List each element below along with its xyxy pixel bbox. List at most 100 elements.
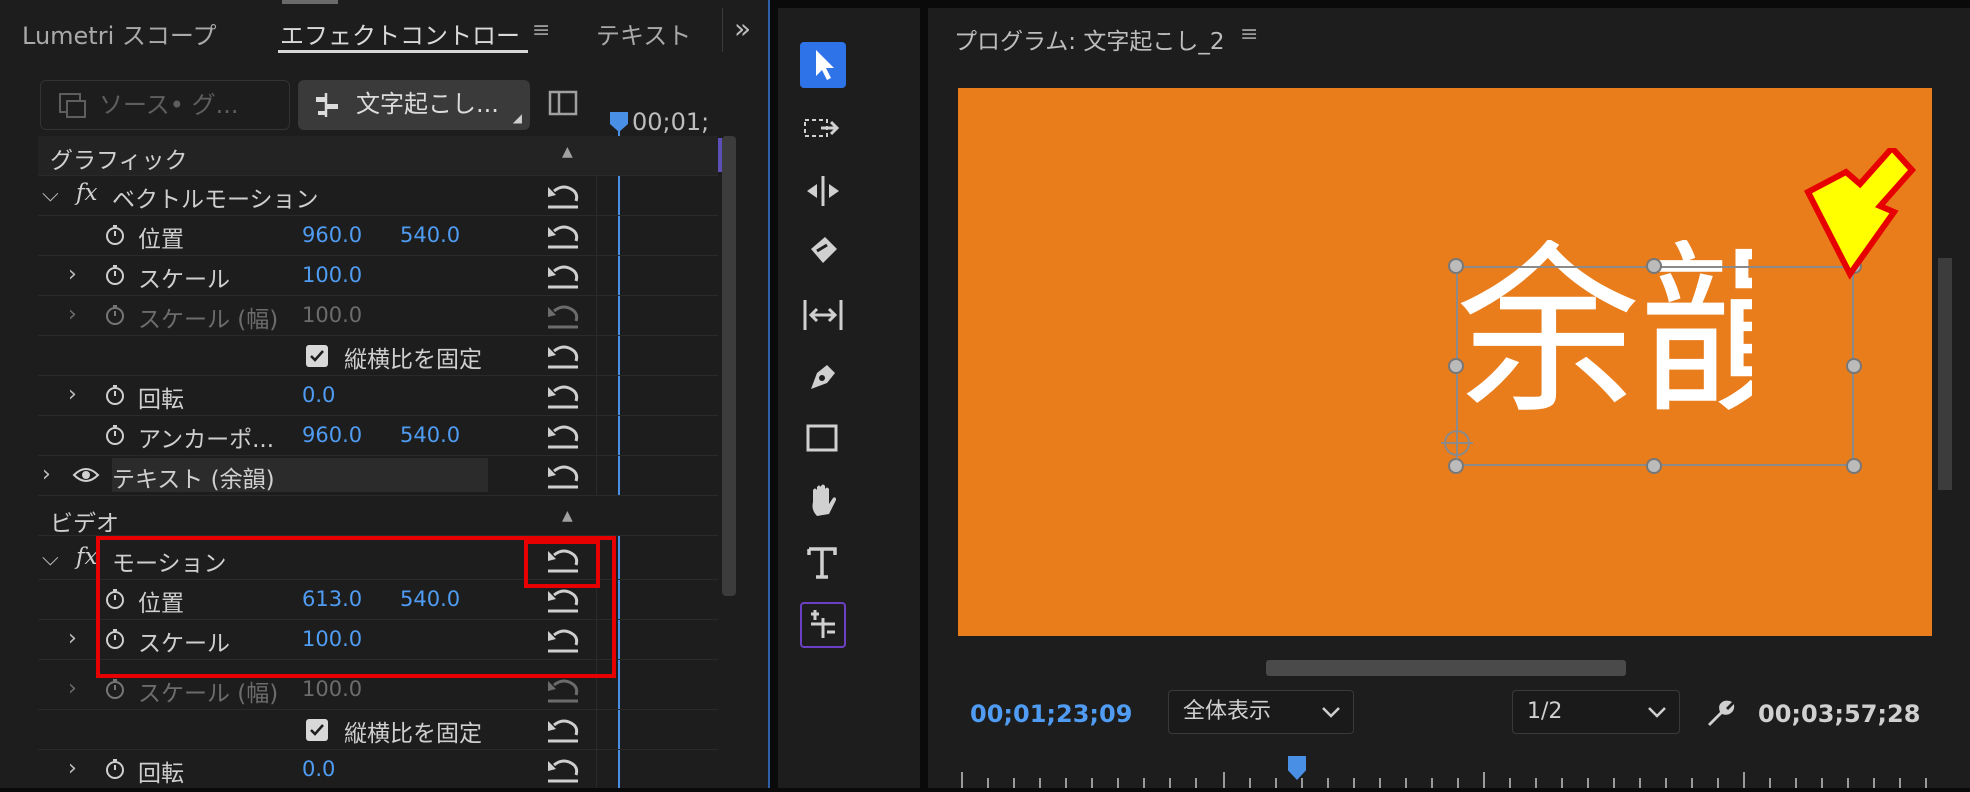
expand-right-icon[interactable]: › (68, 676, 77, 701)
fx-badge[interactable]: fx (76, 544, 97, 570)
program-title[interactable]: プログラム: 文字起こし_2 (954, 22, 1228, 56)
rectangle-tool-icon[interactable] (800, 416, 846, 462)
pen-tool-icon[interactable] (800, 354, 846, 400)
bbox-handle[interactable] (1646, 458, 1662, 474)
monitor-time-ruler[interactable] (958, 762, 1948, 788)
reset-parameter-icon[interactable] (544, 461, 582, 491)
ruler-ticks (961, 772, 1927, 788)
expand-right-icon[interactable]: › (68, 756, 77, 781)
resolution-select[interactable]: 1/2 (1512, 690, 1680, 734)
motion-lock-ratio-row: 縦横比を固定 (38, 710, 718, 750)
reset-parameter-icon[interactable] (544, 545, 582, 575)
vm-scale-width-row: › スケール (幅) 100.0 (38, 296, 718, 336)
bbox-handle[interactable] (1646, 258, 1662, 274)
vm-scale-value[interactable]: 100.0 (302, 263, 362, 287)
section-title-video: ビデオ (50, 511, 119, 537)
reset-parameter-icon[interactable] (544, 261, 582, 291)
remix-tool-icon[interactable] (800, 602, 846, 648)
effect-controls-panel: Lumetri スコープ エフェクトコントロー ≡ テキスト » ソース• グ.… (0, 0, 770, 788)
current-timecode[interactable]: 00;01;23;09 (970, 700, 1132, 728)
chevron-down-icon (1322, 707, 1340, 718)
slip-tool-icon[interactable] (800, 292, 846, 338)
tab-text[interactable]: テキスト (596, 16, 691, 51)
stopwatch-icon[interactable] (104, 384, 126, 406)
resolution-value: 1/2 (1527, 699, 1563, 724)
text-layer-label: テキスト (余韻) (112, 467, 275, 493)
monitor-vertical-scrollbar[interactable] (1938, 258, 1952, 490)
collapse-up-icon[interactable]: ▲ (562, 508, 573, 524)
expand-right-icon[interactable]: › (68, 302, 77, 327)
motion-rotation-value[interactable]: 0.0 (302, 757, 335, 781)
bbox-handle[interactable] (1448, 458, 1464, 474)
hand-tool-icon[interactable] (800, 478, 846, 524)
expand-right-icon[interactable]: › (42, 462, 51, 487)
motion-rotation-row: › 回転 0.0 (38, 750, 718, 788)
lock-ratio-checkbox[interactable] (306, 719, 328, 741)
stopwatch-icon[interactable] (104, 758, 126, 780)
motion-scale-width-value: 100.0 (302, 677, 363, 701)
vm-lock-ratio-label: 縦横比を固定 (344, 347, 482, 373)
stopwatch-icon[interactable] (104, 224, 126, 246)
source-clip-chip[interactable]: ソース• グ... (40, 80, 290, 130)
vertical-scrollbar[interactable] (722, 136, 736, 596)
vm-lock-ratio-row: 縦横比を固定 (38, 336, 718, 376)
bbox-handle[interactable] (1448, 258, 1464, 274)
lock-ratio-checkbox[interactable] (306, 345, 328, 367)
toggle-timeline-icon[interactable] (548, 90, 578, 118)
vm-position-y[interactable]: 540.0 (400, 223, 460, 247)
video-frame[interactable]: 余韻 (958, 88, 1932, 636)
clip-align-icon (316, 93, 338, 117)
clip-chip-label: 文字起こし... (356, 90, 499, 118)
reset-parameter-icon[interactable] (544, 181, 582, 211)
expand-right-icon[interactable]: › (68, 262, 77, 287)
tab-effect-controls[interactable]: エフェクトコントロー (280, 16, 525, 51)
reset-parameter-icon[interactable] (544, 421, 582, 451)
reset-parameter-icon[interactable] (544, 755, 582, 785)
reset-parameter-icon[interactable] (544, 675, 582, 705)
expand-right-icon[interactable]: › (68, 382, 77, 407)
panel-menu-icon[interactable]: ≡ (532, 18, 550, 43)
ripple-edit-tool-icon[interactable] (800, 168, 846, 214)
monitor-horizontal-scrollbar[interactable] (1266, 660, 1626, 676)
eye-icon[interactable] (72, 466, 100, 484)
vm-position-x[interactable]: 960.0 (302, 223, 362, 247)
reset-parameter-icon[interactable] (544, 381, 582, 411)
razor-tool-icon[interactable] (800, 230, 846, 276)
reset-parameter-icon[interactable] (544, 625, 582, 655)
section-header-graphic: グラフィック ▲ (38, 136, 718, 176)
collapse-up-icon[interactable]: ▲ (562, 144, 573, 160)
zoom-level-select[interactable]: 全体表示 (1168, 690, 1354, 734)
panel-menu-icon[interactable]: ≡ (1240, 22, 1258, 47)
sequence-icon (59, 93, 86, 118)
reset-parameter-icon[interactable] (544, 221, 582, 251)
expand-down-icon[interactable]: ⌵ (42, 546, 59, 571)
reset-parameter-icon[interactable] (544, 341, 582, 371)
track-select-tool-icon[interactable] (800, 106, 846, 152)
vm-rotation-value[interactable]: 0.0 (302, 383, 335, 407)
reset-parameter-icon[interactable] (544, 715, 582, 745)
bbox-handle[interactable] (1846, 458, 1862, 474)
reset-parameter-icon[interactable] (544, 301, 582, 331)
expand-down-icon[interactable]: ⌵ (42, 182, 59, 207)
expand-right-icon[interactable]: › (68, 626, 77, 651)
motion-rotation-label: 回転 (138, 761, 184, 787)
tab-lumetri-scopes[interactable]: Lumetri スコープ (22, 16, 216, 51)
wrench-icon[interactable] (1704, 698, 1736, 730)
stopwatch-icon[interactable] (104, 264, 126, 286)
type-tool-icon[interactable] (800, 540, 846, 586)
bbox-handle[interactable] (1846, 358, 1862, 374)
bbox-handle[interactable] (1448, 358, 1464, 374)
tab-overflow-icon[interactable]: » (734, 12, 751, 45)
tools-panel (778, 8, 920, 788)
stopwatch-icon[interactable] (104, 424, 126, 446)
vector-motion-row[interactable]: ⌵ fx ベクトルモーション (38, 176, 718, 216)
vm-anchor-y[interactable]: 540.0 (400, 423, 460, 447)
reset-parameter-icon[interactable] (544, 585, 582, 615)
drag-handle[interactable] (282, 0, 338, 4)
fx-badge[interactable]: fx (76, 180, 97, 206)
anchor-point-icon[interactable] (1440, 426, 1474, 460)
selection-tool-icon[interactable] (800, 42, 846, 88)
text-layer-row[interactable]: › テキスト (余韻) (38, 456, 718, 496)
vm-anchor-x[interactable]: 960.0 (302, 423, 362, 447)
clip-chip[interactable]: 文字起こし... ◢ (298, 80, 530, 130)
